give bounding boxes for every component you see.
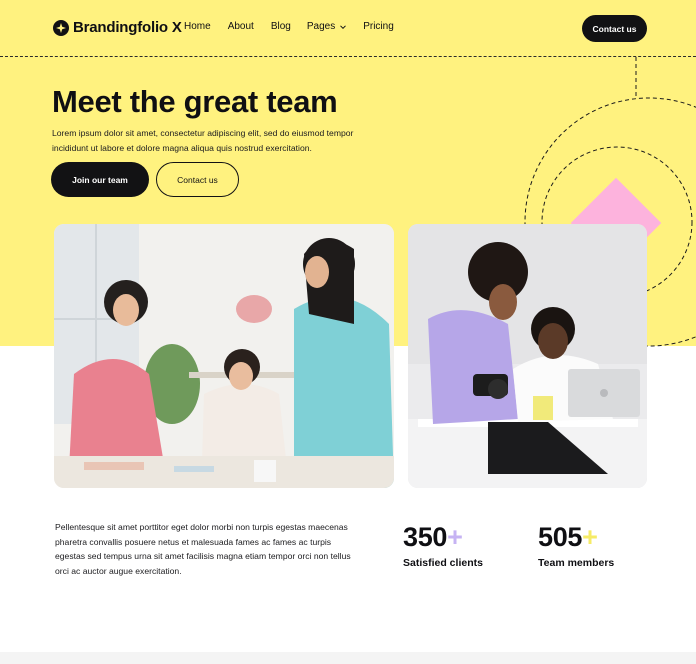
hero-subtitle: Lorem ipsum dolor sit amet, consectetur …	[52, 128, 354, 153]
nav-pricing-link[interactable]: Pricing	[363, 21, 394, 32]
nav-home-link[interactable]: Home	[184, 21, 211, 32]
team-camera-photo	[408, 224, 647, 488]
stat-value: 505+	[538, 522, 598, 552]
stat-value: 350+	[403, 522, 463, 552]
brand-name: Brandingfolio X	[73, 19, 182, 36]
nav-pages-label: Pages	[306, 21, 336, 32]
stat-label: Satisfied clients	[403, 557, 483, 569]
plus-icon: +	[447, 522, 463, 552]
about-paragraph: Pellentesque sit amet porttitor eget dol…	[55, 522, 351, 577]
nav-pages-dropdown[interactable]: Pages	[307, 21, 347, 32]
main-menu: Home About Blog Pages Pricing	[184, 21, 394, 32]
nav-divider	[0, 56, 696, 57]
contact-us-button[interactable]: Contact us	[156, 162, 239, 197]
chevron-down-icon	[340, 24, 347, 29]
sparkle-star-icon	[53, 19, 69, 36]
nav-blog-link[interactable]: Blog	[271, 21, 291, 32]
stat-team-members: 505+ Team members	[538, 522, 614, 569]
brand-logo[interactable]: Brandingfolio X	[53, 19, 182, 36]
top-navigation: Brandingfolio X Home About Blog Pages Pr…	[0, 0, 696, 56]
page-title: Meet the great team	[52, 84, 338, 119]
plus-icon: +	[582, 522, 598, 552]
join-our-team-button[interactable]: Join our team	[51, 162, 149, 197]
nav-about-link[interactable]: About	[228, 21, 254, 32]
stat-satisfied-clients: 350+ Satisfied clients	[403, 522, 483, 569]
team-working-photo	[54, 224, 394, 488]
footer-strip	[0, 652, 696, 664]
stat-label: Team members	[538, 557, 615, 569]
contact-us-nav-button[interactable]: Contact us	[582, 15, 647, 42]
